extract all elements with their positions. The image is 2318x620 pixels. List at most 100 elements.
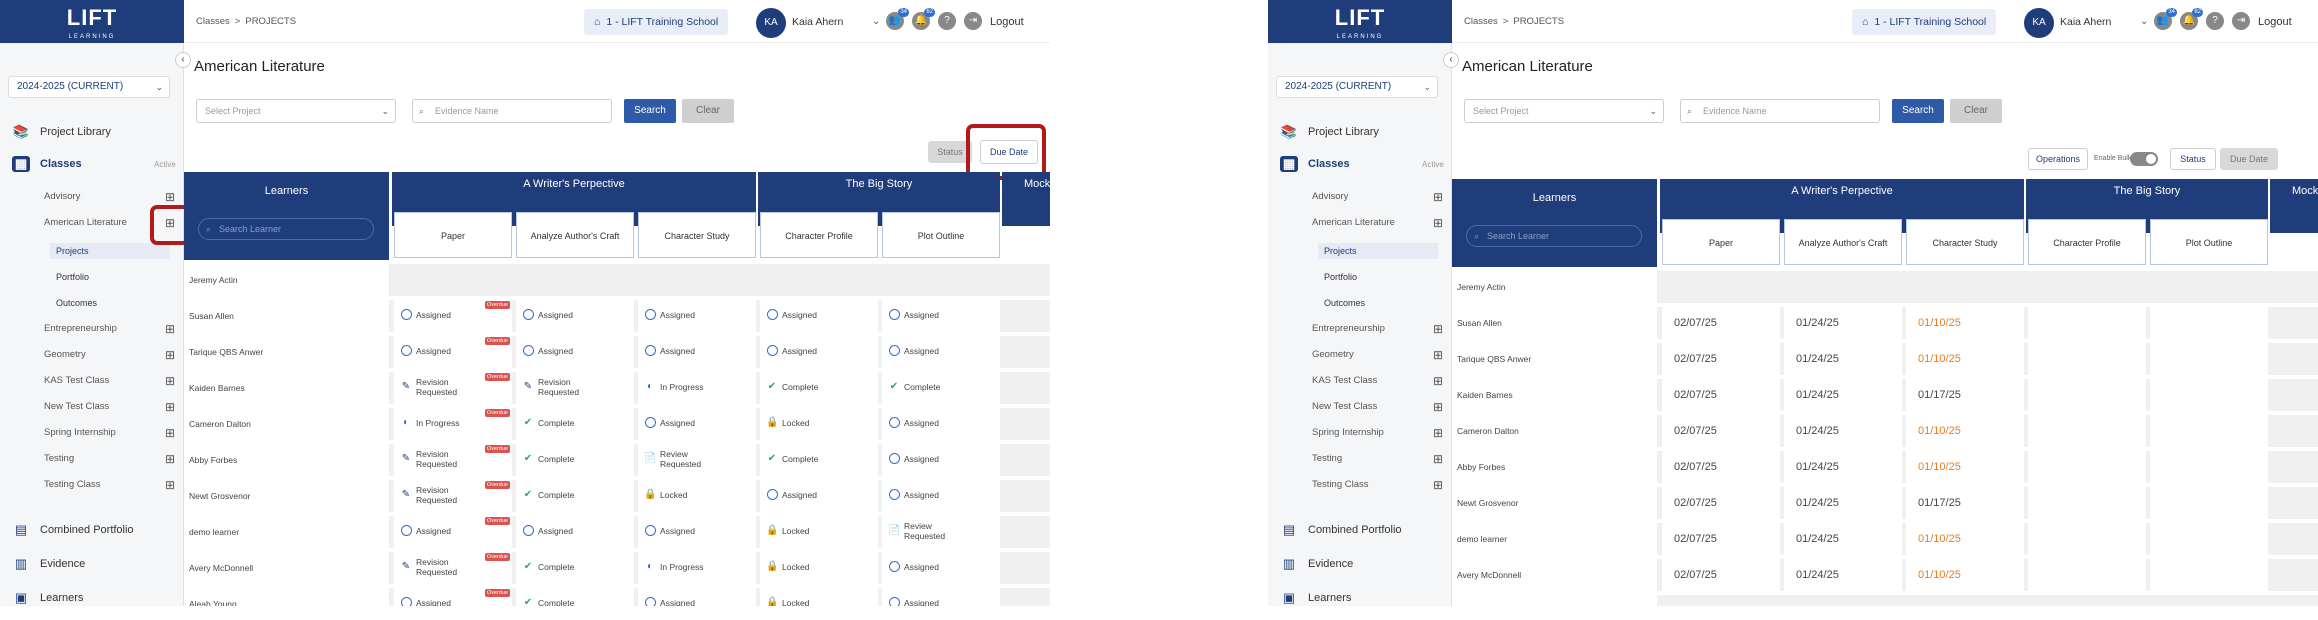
status-cell[interactable]: 🔒 Locked bbox=[760, 552, 878, 584]
search-learner-input[interactable]: ⌕ Search Learner bbox=[1466, 225, 1642, 247]
chevron-down-icon[interactable]: ⌄ bbox=[2140, 16, 2148, 27]
avatar[interactable]: KA bbox=[2024, 8, 2054, 38]
status-cell[interactable]: 🔒 Locked bbox=[760, 588, 878, 606]
grid-icon[interactable]: ⊞ bbox=[164, 349, 176, 361]
learners-nav[interactable]: ▣ Learners bbox=[1280, 586, 1352, 606]
class-item[interactable]: Entrepreneurship bbox=[1312, 322, 1385, 336]
grid-icon[interactable]: ⊞ bbox=[1432, 349, 1444, 361]
due-date-cell[interactable]: 02/07/25 bbox=[1662, 523, 1780, 555]
class-subnav-item[interactable]: Portfolio bbox=[1318, 269, 1438, 285]
status-cell[interactable]: Assigned bbox=[760, 300, 878, 332]
due-date-cell[interactable]: 01/24/25 bbox=[1784, 307, 1902, 339]
bell-icon[interactable]: 🔔 62 bbox=[912, 8, 935, 30]
classes-nav[interactable]: ▦ Classes bbox=[1280, 152, 1350, 176]
class-item[interactable]: Entrepreneurship bbox=[44, 322, 117, 336]
status-toggle-button[interactable]: Status bbox=[2170, 148, 2216, 170]
due-date-cell-empty[interactable] bbox=[2150, 415, 2268, 447]
status-cell[interactable]: Assigned bbox=[882, 336, 1000, 368]
status-cell[interactable]: Assigned bbox=[516, 300, 634, 332]
due-date-cell-empty[interactable] bbox=[2028, 379, 2146, 411]
learner-name[interactable]: demo learner bbox=[1452, 523, 1657, 555]
learner-name[interactable]: Newt Grosvenor bbox=[184, 480, 389, 512]
search-button[interactable]: Search bbox=[1892, 99, 1944, 123]
status-cell[interactable]: ✔ Complete bbox=[760, 444, 878, 476]
classes-nav[interactable]: ▦ Classes bbox=[12, 152, 82, 176]
due-date-cell[interactable]: 02/07/25 bbox=[1662, 379, 1780, 411]
status-cell[interactable]: Assigned Overdue bbox=[394, 300, 512, 332]
due-date-cell[interactable]: 01/10/25 bbox=[1906, 451, 2024, 483]
school-year-select[interactable]: 2024-2025 (CURRENT) ⌄ bbox=[1276, 76, 1438, 98]
grid-icon[interactable]: ⊞ bbox=[1432, 375, 1444, 387]
assignment-column-header[interactable]: Character Profile bbox=[760, 212, 878, 258]
grid-icon[interactable]: ⊞ bbox=[1432, 479, 1444, 491]
due-date-cell-empty[interactable] bbox=[2028, 343, 2146, 375]
due-date-cell[interactable]: 01/10/25 bbox=[1906, 307, 2024, 339]
due-date-cell[interactable]: 02/07/25 bbox=[1662, 343, 1780, 375]
learner-name[interactable]: Tarique QBS Anwer bbox=[1452, 343, 1657, 375]
learner-name[interactable]: Abby Forbes bbox=[1452, 451, 1657, 483]
due-date-cell[interactable]: 02/07/25 bbox=[1662, 415, 1780, 447]
status-cell[interactable]: ◐ In Progress bbox=[638, 372, 756, 404]
class-subnav-item[interactable]: Outcomes bbox=[1318, 295, 1438, 311]
breadcrumb-root[interactable]: Classes bbox=[196, 16, 230, 27]
help-icon[interactable]: ? bbox=[2206, 12, 2224, 30]
grid-icon[interactable]: ⊞ bbox=[1432, 323, 1444, 335]
due-date-cell[interactable]: 01/17/25 bbox=[1906, 487, 2024, 519]
status-cell[interactable]: ◐ In Progress Overdue bbox=[394, 408, 512, 440]
learner-name[interactable]: Kaiden Barnes bbox=[184, 372, 389, 404]
due-date-cell[interactable]: 01/17/25 bbox=[1906, 379, 2024, 411]
due-date-cell-empty[interactable] bbox=[2028, 523, 2146, 555]
collapse-sidebar-icon[interactable]: ‹ bbox=[175, 52, 191, 68]
school-selector[interactable]: ⌂ 1 - LIFT Training School bbox=[584, 9, 729, 35]
school-year-select[interactable]: 2024-2025 (CURRENT) ⌄ bbox=[8, 76, 170, 98]
evidence-nav[interactable]: ▥ Evidence bbox=[12, 552, 85, 576]
due-date-cell[interactable]: 02/07/25 bbox=[1662, 559, 1780, 591]
status-cell[interactable]: Assigned bbox=[638, 516, 756, 548]
learner-name[interactable]: Cameron Dalton bbox=[1452, 415, 1657, 447]
breadcrumb-root[interactable]: Classes bbox=[1464, 16, 1498, 27]
due-date-cell-empty[interactable] bbox=[2028, 307, 2146, 339]
status-cell[interactable]: Assigned bbox=[638, 408, 756, 440]
status-cell[interactable]: ✔ Complete bbox=[516, 588, 634, 606]
evidence-name-input[interactable]: ⌕ Evidence Name bbox=[1680, 99, 1880, 123]
class-item[interactable]: New Test Class bbox=[1312, 400, 1377, 414]
assignment-column-header[interactable]: Plot Outline bbox=[2150, 219, 2268, 265]
assignment-column-header[interactable]: Analyze Author's Craft bbox=[1784, 219, 1902, 265]
avatar[interactable]: KA bbox=[756, 8, 786, 38]
status-cell[interactable]: Assigned bbox=[882, 588, 1000, 606]
due-date-cell-empty[interactable] bbox=[2028, 415, 2146, 447]
help-icon[interactable]: ? bbox=[938, 12, 956, 30]
due-date-cell[interactable]: 01/10/25 bbox=[1906, 343, 2024, 375]
grid-icon[interactable]: ⊞ bbox=[164, 453, 176, 465]
due-date-cell-empty[interactable] bbox=[2150, 451, 2268, 483]
status-cell[interactable]: ✎ Revision Requested Overdue bbox=[394, 552, 512, 584]
class-item[interactable]: KAS Test Class bbox=[1312, 374, 1377, 388]
status-cell[interactable]: ✎ Revision Requested bbox=[516, 372, 634, 404]
due-date-cell[interactable]: 02/07/25 bbox=[1662, 451, 1780, 483]
class-subnav-item[interactable]: Projects bbox=[50, 243, 170, 259]
status-cell[interactable]: Assigned bbox=[882, 408, 1000, 440]
learner-name[interactable]: Abby Forbes bbox=[184, 444, 389, 476]
due-date-cell[interactable]: 01/24/25 bbox=[1784, 523, 1902, 555]
due-date-cell-empty[interactable] bbox=[2150, 307, 2268, 339]
select-project-dropdown[interactable]: Select Project ⌄ bbox=[1464, 99, 1664, 123]
project-library-nav[interactable]: 📚 Project Library bbox=[12, 120, 111, 144]
class-subnav-item[interactable]: Projects bbox=[1318, 243, 1438, 259]
logout-icon[interactable]: ⇥ bbox=[964, 12, 982, 30]
due-date-cell[interactable]: 01/10/25 bbox=[1906, 559, 2024, 591]
grid-icon[interactable]: ⊞ bbox=[164, 427, 176, 439]
evidence-name-input[interactable]: ⌕ Evidence Name bbox=[412, 99, 612, 123]
grid-icon[interactable]: ⊞ bbox=[1432, 217, 1444, 229]
status-cell[interactable]: Assigned bbox=[516, 516, 634, 548]
bell-icon[interactable]: 🔔 62 bbox=[2180, 8, 2203, 30]
grid-icon[interactable]: ⊞ bbox=[1432, 191, 1444, 203]
operations-button[interactable]: Operations bbox=[2028, 148, 2088, 170]
learner-name[interactable]: Tarique QBS Anwer bbox=[184, 336, 389, 368]
due-date-cell-empty[interactable] bbox=[2150, 343, 2268, 375]
user-name[interactable]: Kaia Ahern bbox=[2060, 16, 2111, 28]
learner-name[interactable]: Susan Allen bbox=[184, 300, 389, 332]
due-date-cell-empty[interactable] bbox=[2150, 523, 2268, 555]
assignment-column-header[interactable]: Character Study bbox=[638, 212, 756, 258]
status-cell[interactable]: Assigned bbox=[882, 480, 1000, 512]
learner-name[interactable]: demo learner bbox=[184, 516, 389, 548]
